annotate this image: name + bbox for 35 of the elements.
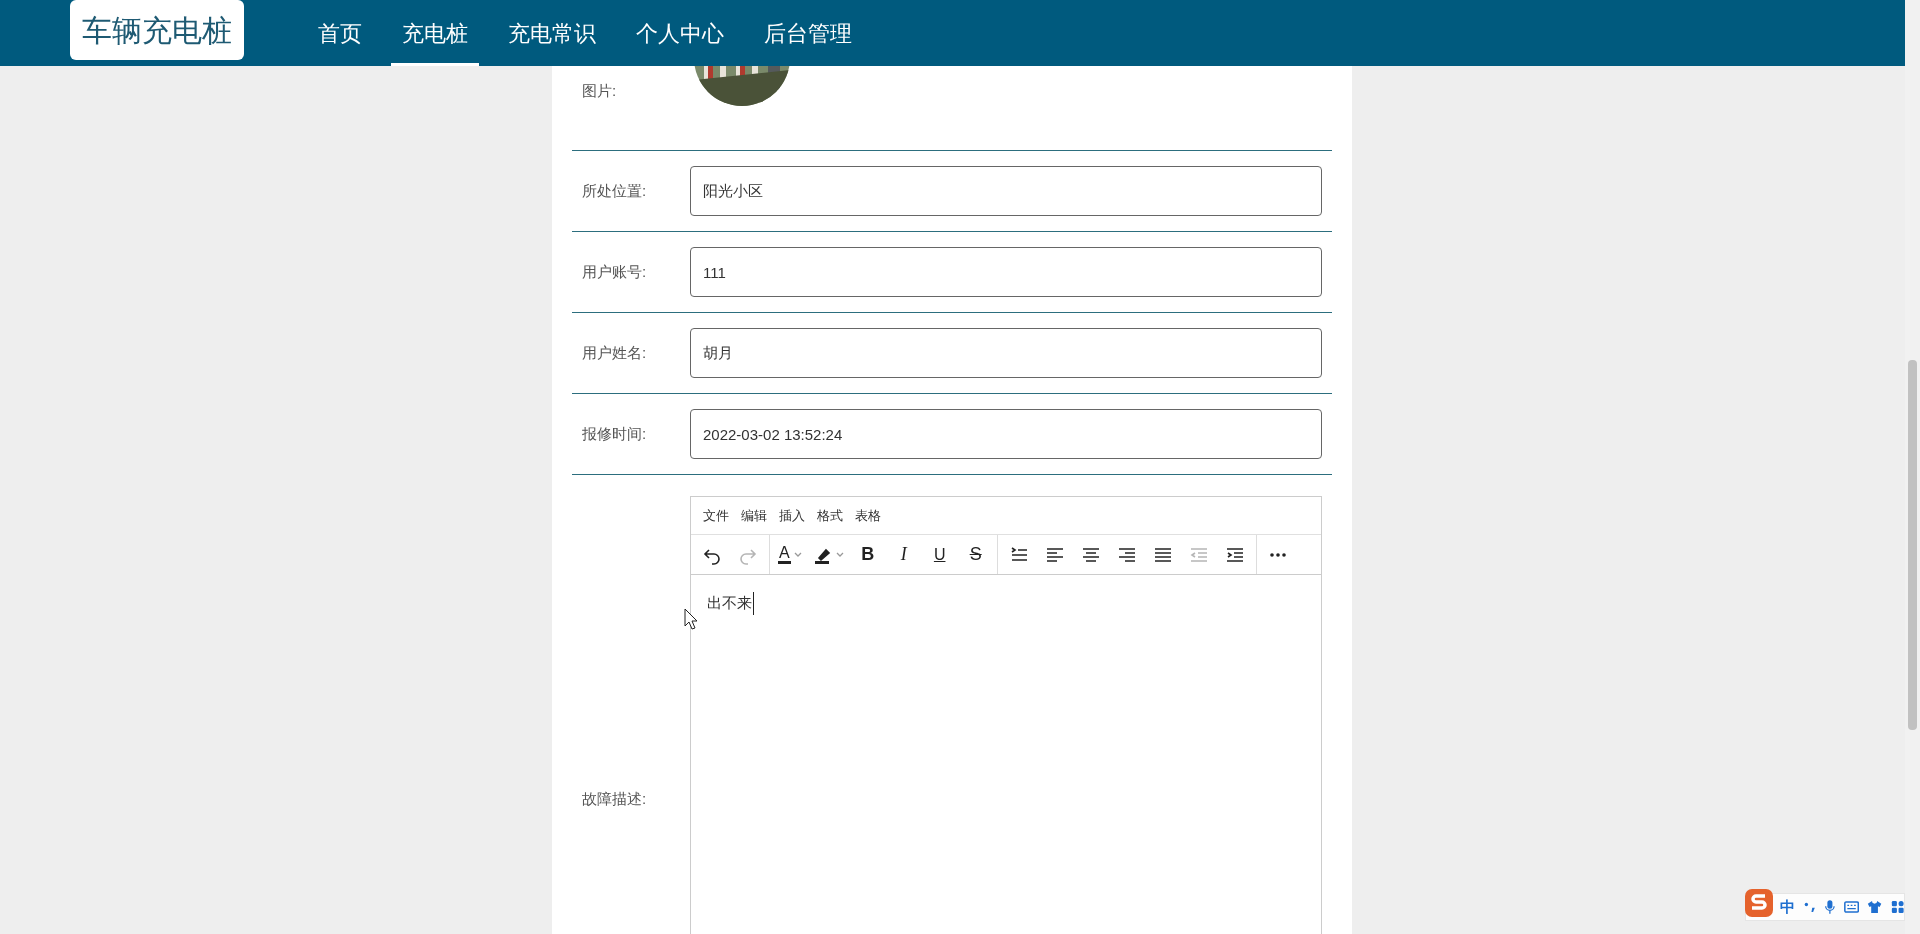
font-color-button[interactable]: A	[778, 545, 791, 564]
field-label: 故障描述:	[581, 789, 648, 809]
mouse-cursor-icon	[684, 608, 698, 630]
input-method-logo-icon[interactable]	[1744, 888, 1774, 918]
bold-button[interactable]: B	[850, 539, 885, 570]
nav-tab[interactable]: 个人中心	[625, 0, 735, 66]
keyboard-icon[interactable]	[1844, 900, 1860, 914]
menu-item[interactable]: 表格	[849, 505, 887, 526]
input-mode-toggle[interactable]: 中	[1780, 895, 1795, 919]
menu-item[interactable]: 文件	[697, 505, 735, 526]
microphone-icon[interactable]	[1824, 898, 1837, 916]
input-field[interactable]: 阳光小区	[690, 166, 1322, 216]
menu-item[interactable]: 插入	[773, 505, 811, 526]
field-label: 用户账号:	[581, 261, 648, 282]
italic-button[interactable]: I	[886, 539, 921, 570]
nav-tab[interactable]: 充电桩	[391, 0, 479, 66]
menu-item[interactable]: 编辑	[735, 505, 773, 526]
editor-text: 出不来	[707, 592, 754, 615]
nav-tab[interactable]: 首页	[307, 0, 373, 66]
input-field[interactable]: 胡月	[690, 328, 1322, 378]
underline-button[interactable]: U	[922, 539, 957, 570]
field-label: 报修时间:	[581, 423, 648, 444]
field-label: 所处位置:	[581, 180, 648, 201]
input-field[interactable]: 111	[690, 247, 1322, 297]
nav-tab[interactable]: 充电常识	[497, 0, 607, 66]
nav-tab[interactable]: 后台管理	[753, 0, 863, 66]
site-logo[interactable]: 车辆充电桩	[70, 0, 244, 60]
field-label: 用户姓名:	[581, 342, 648, 363]
menu-item[interactable]: 格式	[811, 505, 849, 526]
field-label: 图片:	[581, 81, 618, 101]
strikethrough-button[interactable]: S	[958, 539, 993, 570]
input-field[interactable]: 2022-03-02 13:52:24	[690, 409, 1322, 459]
shirt-icon[interactable]	[1867, 899, 1883, 915]
scrollbar-thumb[interactable]	[1908, 360, 1917, 730]
grid-icon[interactable]	[1890, 899, 1904, 915]
